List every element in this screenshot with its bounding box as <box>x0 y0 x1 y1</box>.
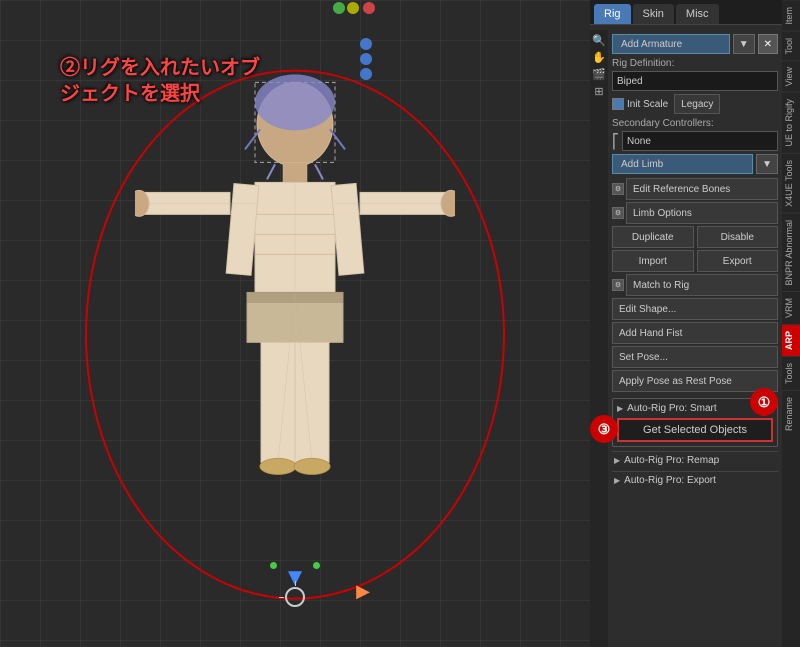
smart-triangle-icon: ▶ <box>617 404 623 413</box>
side-tab-x4ue-tools[interactable]: X4UE Tools <box>782 153 800 213</box>
add-armature-dropdown[interactable]: ▼ <box>733 34 755 54</box>
edit-shape-btn[interactable]: Edit Shape... <box>612 298 778 320</box>
panel-icon-column: 🔍 ✋ 🎬 ⊞ <box>590 30 608 647</box>
secondary-controllers-row: ⎡ None <box>612 131 778 151</box>
init-scale-label[interactable]: Init Scale <box>612 98 668 110</box>
viewport-3d[interactable]: ②リグを入れたいオブ ジェクトを選択 <box>0 0 590 647</box>
tab-bar: Rig Skin Misc <box>590 0 782 25</box>
left-foot-marker <box>270 562 277 569</box>
add-armature-btn[interactable]: Add Armature <box>612 34 730 54</box>
annotation-step2: ②リグを入れたいオブ ジェクトを選択 <box>60 55 260 107</box>
limb-options-btn[interactable]: Limb Options <box>626 202 778 224</box>
legacy-btn[interactable]: Legacy <box>674 94 720 114</box>
side-tab-arp[interactable]: ARP <box>782 324 800 356</box>
z-axis-dot <box>363 2 375 14</box>
edit-reference-bones-btn[interactable]: Edit Reference Bones <box>626 178 778 200</box>
x-axis-dot <box>347 2 359 14</box>
viewport-axis-indicators <box>333 2 375 14</box>
duplicate-btn[interactable]: Duplicate <box>612 226 694 248</box>
side-tab-bnpr-abnormal[interactable]: BNPR Abnormal <box>782 213 800 292</box>
nav-dot-2[interactable] <box>360 53 372 65</box>
get-selected-objects-btn[interactable]: Get Selected Objects <box>617 418 773 442</box>
foot-markers <box>270 562 320 569</box>
add-limb-btn[interactable]: Add Limb <box>612 154 753 174</box>
limb-options-row: ⚙ Limb Options <box>612 202 778 224</box>
limb-options-icon: ⚙ <box>612 207 624 219</box>
side-tab-ue-to-rigify[interactable]: UE to Rigify <box>782 92 800 153</box>
apply-pose-btn[interactable]: Apply Pose as Rest Pose <box>612 370 778 392</box>
duplicate-disable-row: Duplicate Disable <box>612 226 778 248</box>
match-to-rig-row: ⚙ Match to Rig <box>612 274 778 296</box>
side-tab-tool[interactable]: Tool <box>782 31 800 61</box>
secondary-controllers-label: Secondary Controllers: <box>612 118 778 129</box>
tab-skin[interactable]: Skin <box>633 4 674 24</box>
rig-type-input[interactable]: Biped <box>612 71 778 91</box>
camera-icon[interactable]: 🎬 <box>592 68 606 81</box>
edit-reference-bones-icon: ⚙ <box>612 183 624 195</box>
import-export-row: Import Export <box>612 250 778 272</box>
disable-btn[interactable]: Disable <box>697 226 779 248</box>
annotation-marker-1: ① <box>750 388 778 416</box>
right-panel: Rig Skin Misc 🔍 ✋ 🎬 ⊞ Add Armature ▼ ✕ R… <box>590 0 782 647</box>
y-axis-dot <box>333 2 345 14</box>
secondary-none-input[interactable]: None <box>622 131 778 151</box>
add-armature-close[interactable]: ✕ <box>758 34 778 54</box>
character-model <box>135 74 455 594</box>
init-scale-checkbox[interactable] <box>612 98 624 110</box>
export-triangle-icon: ▶ <box>614 476 620 485</box>
import-btn[interactable]: Import <box>612 250 694 272</box>
tab-rig[interactable]: Rig <box>594 4 631 24</box>
grid-icon[interactable]: ⊞ <box>594 85 603 98</box>
edit-reference-bones-row: ⚙ Edit Reference Bones <box>612 178 778 200</box>
right-arrow-indicator: ▶ <box>356 581 370 602</box>
hand-icon[interactable]: ✋ <box>592 51 606 64</box>
side-tabs: Item Tool View UE to Rigify X4UE Tools B… <box>782 0 800 647</box>
export-section-header[interactable]: ▶ Auto-Rig Pro: Export <box>612 471 778 489</box>
init-scale-row: Init Scale Legacy <box>612 94 778 114</box>
search-icon[interactable]: 🔍 <box>592 34 606 47</box>
nav-dot-1[interactable] <box>360 38 372 50</box>
side-tab-tools[interactable]: Tools <box>782 356 800 390</box>
side-tab-vrm[interactable]: VRM <box>782 291 800 324</box>
match-to-rig-btn[interactable]: Match to Rig <box>626 274 778 296</box>
rig-definition-label: Rig Definition: <box>612 58 778 69</box>
crosshair-indicator <box>285 587 305 607</box>
side-tab-rename[interactable]: Rename <box>782 390 800 437</box>
set-pose-btn[interactable]: Set Pose... <box>612 346 778 368</box>
side-tab-view[interactable]: View <box>782 60 800 92</box>
remap-triangle-icon: ▶ <box>614 456 620 465</box>
match-to-rig-icon: ⚙ <box>612 279 624 291</box>
add-hand-fist-btn[interactable]: Add Hand Fist <box>612 322 778 344</box>
export-btn[interactable]: Export <box>697 250 779 272</box>
panel-scroll-content[interactable]: Add Armature ▼ ✕ Rig Definition: Biped I… <box>608 30 782 647</box>
add-limb-dropdown[interactable]: ▼ <box>756 154 778 174</box>
annotation-marker-3: ③ <box>590 415 618 443</box>
right-foot-marker <box>313 562 320 569</box>
rig-type-row: Biped <box>612 71 778 91</box>
side-tab-item[interactable]: Item <box>782 0 800 31</box>
navigation-dots[interactable] <box>360 38 372 80</box>
add-limb-row: Add Limb ▼ <box>612 154 778 174</box>
add-armature-row: Add Armature ▼ ✕ <box>612 34 778 54</box>
nav-dot-3[interactable] <box>360 68 372 80</box>
tab-misc[interactable]: Misc <box>676 4 719 24</box>
bracket-icon: ⎡ <box>612 133 619 150</box>
remap-section-header[interactable]: ▶ Auto-Rig Pro: Remap <box>612 451 778 469</box>
